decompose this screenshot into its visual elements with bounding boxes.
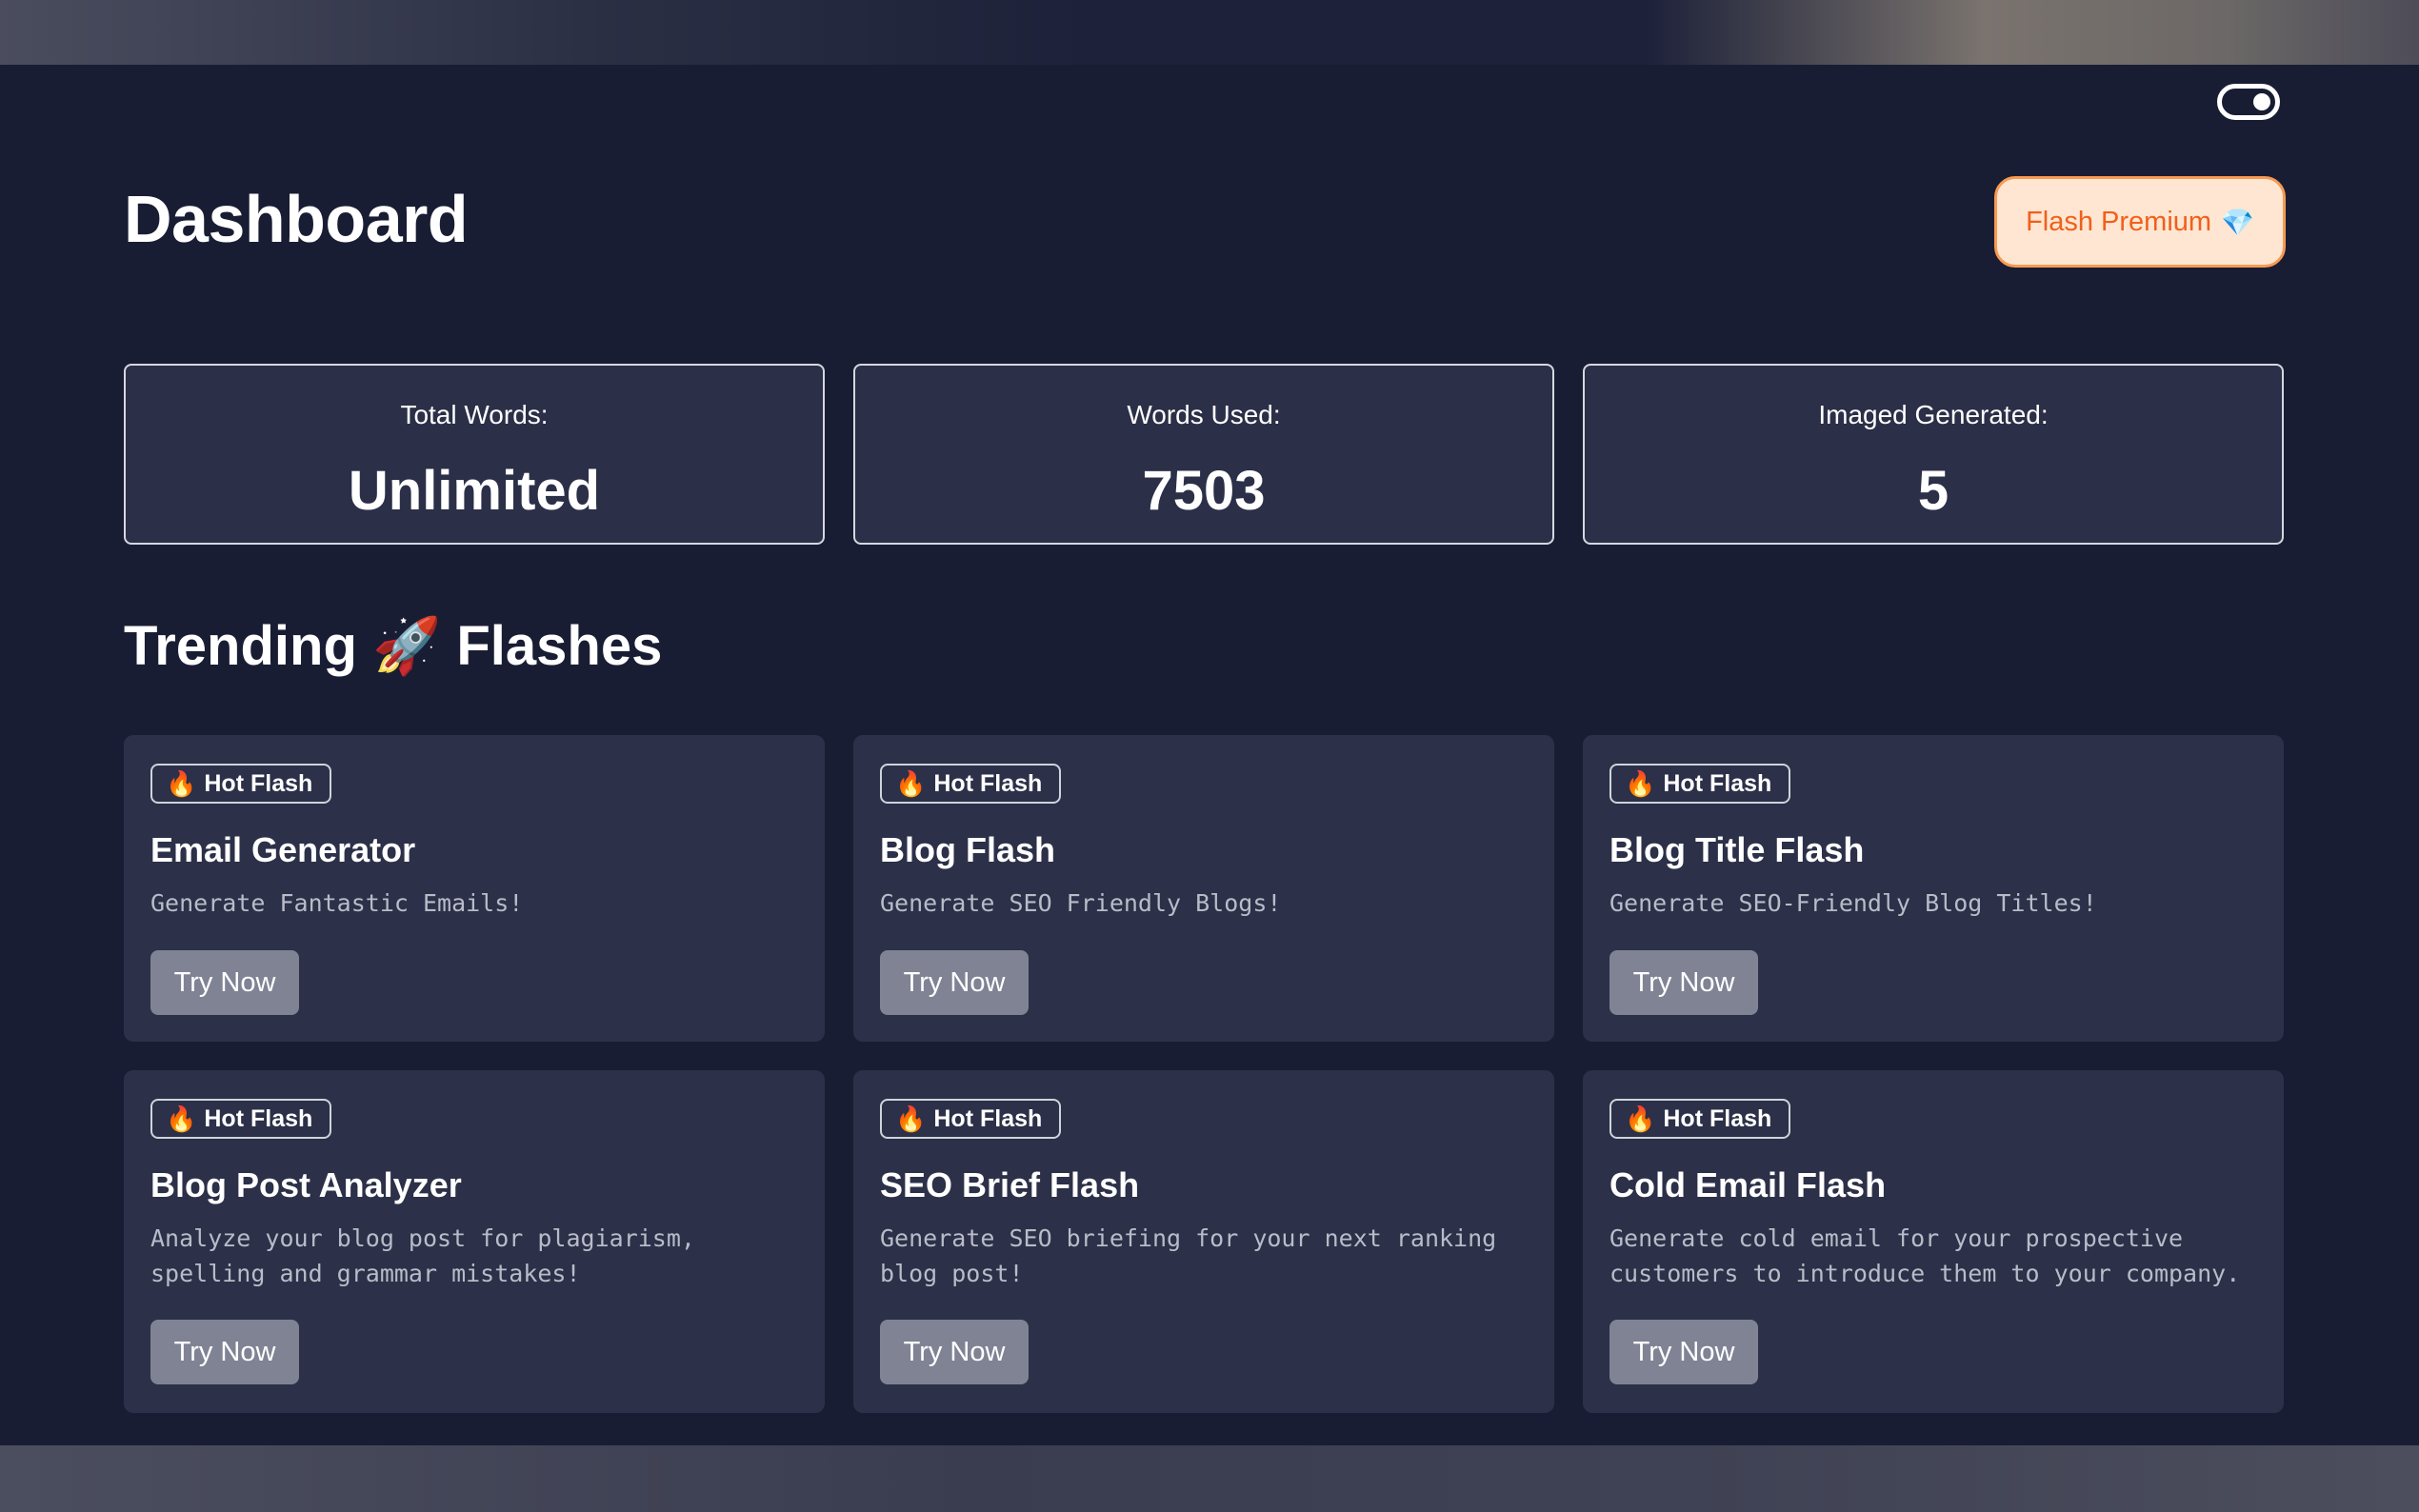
fire-icon: 🔥 xyxy=(1625,1104,1656,1133)
card-title: Cold Email Flash xyxy=(1609,1165,1887,1204)
stat-label: Imaged Generated: xyxy=(1818,400,2049,429)
card-title: Email Generator xyxy=(150,830,416,869)
try-now-button[interactable]: Try Now xyxy=(150,1320,299,1384)
badge-label: Hot Flash xyxy=(1663,1104,1772,1132)
card-title: Blog Title Flash xyxy=(1609,830,1865,869)
try-now-button[interactable]: Try Now xyxy=(880,950,1029,1015)
stat-card-images-generated: Imaged Generated: 5 xyxy=(1583,364,2284,545)
flash-card-blog-title-flash: 🔥 Hot Flash Blog Title Flash Generate SE… xyxy=(1583,735,2284,1042)
fire-icon: 🔥 xyxy=(1625,768,1656,798)
card-description: Analyze your blog post for plagiarism, s… xyxy=(150,1224,695,1287)
window-bottom-strip xyxy=(0,1445,2419,1512)
hot-flash-badge: 🔥 Hot Flash xyxy=(150,764,332,804)
badge-label: Hot Flash xyxy=(204,769,313,797)
card-title: Blog Flash xyxy=(880,830,1056,869)
premium-label: Flash Premium xyxy=(2026,206,2212,237)
stat-value: 7503 xyxy=(1142,460,1266,522)
hot-flash-badge: 🔥 Hot Flash xyxy=(880,1099,1062,1139)
gem-icon: 💎 xyxy=(2221,207,2254,237)
badge-label: Hot Flash xyxy=(204,1104,313,1132)
fire-icon: 🔥 xyxy=(895,1104,927,1133)
rocket-icon: 🚀 xyxy=(372,615,442,677)
flash-card-blog-post-analyzer: 🔥 Hot Flash Blog Post Analyzer Analyze y… xyxy=(124,1070,825,1413)
card-description: Generate SEO Friendly Blogs! xyxy=(880,889,1282,917)
stat-label: Total Words: xyxy=(400,400,549,429)
badge-label: Hot Flash xyxy=(933,769,1043,797)
try-now-button[interactable]: Try Now xyxy=(1609,1320,1758,1384)
hot-flash-badge: 🔥 Hot Flash xyxy=(1609,764,1791,804)
badge-label: Hot Flash xyxy=(933,1104,1043,1132)
flash-card-seo-brief-flash: 🔥 Hot Flash SEO Brief Flash Generate SEO… xyxy=(853,1070,1554,1413)
section-title-end: Flashes xyxy=(456,615,663,677)
flash-card-cold-email-flash: 🔥 Hot Flash Cold Email Flash Generate co… xyxy=(1583,1070,2284,1413)
stat-value: Unlimited xyxy=(348,460,601,522)
card-description: Generate Fantastic Emails! xyxy=(150,889,524,917)
hot-flash-badge: 🔥 Hot Flash xyxy=(150,1099,332,1139)
fire-icon: 🔥 xyxy=(166,768,197,798)
card-title: Blog Post Analyzer xyxy=(150,1165,462,1204)
card-description: Generate SEO briefing for your next rank… xyxy=(880,1224,1497,1287)
stat-value: 5 xyxy=(1917,460,1949,522)
stat-card-words-used: Words Used: 7503 xyxy=(853,364,1554,545)
card-description: Generate cold email for your prospective… xyxy=(1609,1224,2241,1287)
flash-premium-button[interactable]: Flash Premium 💎 xyxy=(1994,176,2286,268)
try-now-button[interactable]: Try Now xyxy=(1609,950,1758,1015)
window-top-strip xyxy=(0,0,2419,65)
fire-icon: 🔥 xyxy=(166,1104,197,1133)
stat-card-total-words: Total Words: Unlimited xyxy=(124,364,825,545)
flash-card-email-generator: 🔥 Hot Flash Email Generator Generate Fan… xyxy=(124,735,825,1042)
fire-icon: 🔥 xyxy=(895,768,927,798)
hot-flash-badge: 🔥 Hot Flash xyxy=(880,764,1062,804)
section-title-start: Trending xyxy=(124,615,357,677)
hot-flash-badge: 🔥 Hot Flash xyxy=(1609,1099,1791,1139)
section-title: Trending 🚀 Flashes xyxy=(124,614,662,679)
stat-label: Words Used: xyxy=(1127,400,1281,429)
try-now-button[interactable]: Try Now xyxy=(150,950,299,1015)
card-description: Generate SEO-Friendly Blog Titles! xyxy=(1609,889,2097,917)
flash-card-blog-flash: 🔥 Hot Flash Blog Flash Generate SEO Frie… xyxy=(853,735,1554,1042)
toggle-knob xyxy=(2253,93,2270,110)
theme-toggle[interactable] xyxy=(2217,84,2280,120)
try-now-button[interactable]: Try Now xyxy=(880,1320,1029,1384)
card-title: SEO Brief Flash xyxy=(880,1165,1140,1204)
badge-label: Hot Flash xyxy=(1663,769,1772,797)
page-title: Dashboard xyxy=(124,182,469,256)
